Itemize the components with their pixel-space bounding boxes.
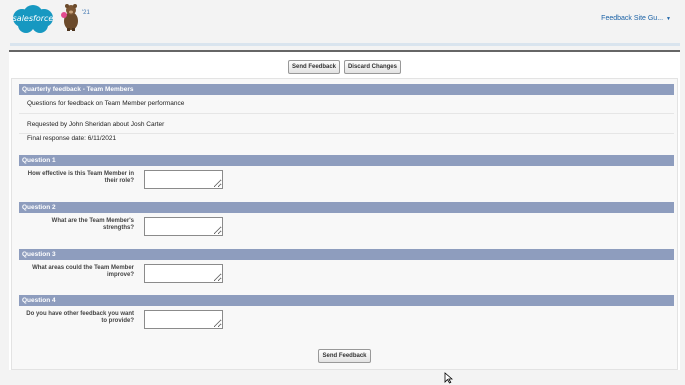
discard-changes-button[interactable]: Discard Changes	[343, 60, 401, 74]
bottom-button-bar: Send Feedback	[9, 349, 680, 363]
release-badge: '21	[82, 10, 90, 16]
send-feedback-button[interactable]: Send Feedback	[288, 60, 341, 74]
user-menu[interactable]: Feedback Site Gu... ▼	[601, 15, 671, 22]
divider	[19, 113, 674, 114]
question-4-label: Do you have other feedback you want to p…	[26, 311, 134, 324]
question-1-answer-input[interactable]	[144, 170, 223, 189]
question-2-answer-input[interactable]	[144, 217, 223, 236]
question-2-label: What are the Team Member's strengths?	[51, 218, 134, 231]
top-button-bar: Send Feedback Discard Changes	[9, 60, 680, 74]
final-response-date: Final response date: 6/11/2021	[27, 135, 117, 142]
requested-by-text: Requested by John Sheridan about Josh Ca…	[27, 121, 165, 128]
chevron-down-icon[interactable]: ▼	[666, 16, 671, 22]
question-3-header: Question 3	[19, 249, 674, 260]
send-feedback-button-bottom[interactable]: Send Feedback	[318, 349, 371, 363]
mouse-pointer-icon	[444, 372, 453, 384]
question-1-label: How effective is this Team Member in the…	[27, 171, 134, 184]
salesforce-logo[interactable]: salesforce	[10, 5, 56, 35]
site-header: salesforce '21 Feedback Site Gu... ▼	[0, 0, 685, 44]
user-menu-label[interactable]: Feedback Site Gu...	[601, 15, 663, 22]
question-3-answer-input[interactable]	[144, 264, 223, 283]
feedback-form-card: Send Feedback Discard Changes Quarterly …	[9, 50, 680, 370]
mascot-bear-icon	[59, 3, 83, 31]
question-1-header: Question 1	[19, 155, 674, 166]
header-divider	[10, 43, 680, 46]
question-2-header: Question 2	[19, 202, 674, 213]
logo-text: salesforce	[12, 14, 54, 23]
question-3-label: What areas could the Team Member improve…	[32, 265, 134, 278]
summary-section-header: Quarterly feedback - Team Members	[19, 84, 674, 95]
feedback-description: Questions for feedback on Team Member pe…	[27, 100, 185, 107]
divider	[19, 133, 674, 134]
form-body: Quarterly feedback - Team Members Questi…	[11, 78, 678, 370]
question-4-answer-input[interactable]	[144, 310, 223, 329]
question-4-header: Question 4	[19, 295, 674, 306]
